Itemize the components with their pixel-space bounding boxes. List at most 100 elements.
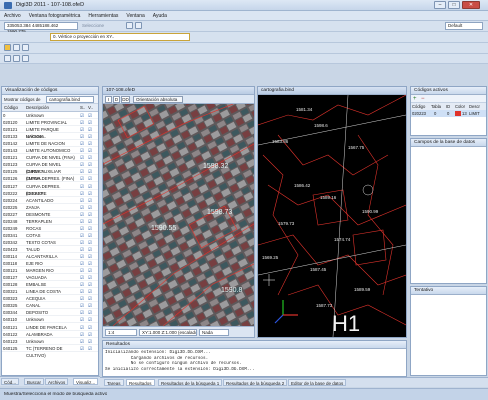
col-codigo-active[interactable]: Código (412, 103, 425, 110)
select-checkbox[interactable]: ☑ (80, 274, 84, 281)
visible-checkbox[interactable]: ☑ (88, 324, 92, 331)
select-checkbox[interactable]: ☑ (80, 190, 84, 197)
menu-archivo[interactable]: Archivo (0, 11, 25, 21)
active-code-row[interactable]: 020223 0 0 13 LIMIT (411, 110, 486, 117)
visible-checkbox[interactable]: ☑ (88, 260, 92, 267)
codes-file-select[interactable]: cartografia.bind (46, 96, 94, 103)
zoom-icon[interactable] (22, 55, 29, 62)
select-checkbox[interactable]: ☑ (80, 225, 84, 232)
visible-checkbox[interactable]: ☑ (88, 253, 92, 260)
select-checkbox[interactable]: ☑ (80, 133, 84, 140)
select-checkbox[interactable]: ☑ (80, 140, 84, 147)
select-checkbox[interactable]: ☑ (80, 281, 84, 288)
select-checkbox[interactable]: ☑ (80, 168, 84, 175)
col-v[interactable]: V.. (88, 104, 93, 112)
tab-tareas[interactable]: Tareas (104, 379, 124, 386)
visible-checkbox[interactable]: ☑ (88, 239, 92, 246)
select-checkbox[interactable]: ☑ (80, 204, 84, 211)
toolbar-icon-b[interactable] (135, 22, 142, 29)
visible-checkbox[interactable]: ☑ (88, 190, 92, 197)
code-row[interactable]: 020222 ESCARPE ☑ ☑ (2, 190, 98, 197)
select-checkbox[interactable]: ☑ (80, 324, 84, 331)
visible-checkbox[interactable]: ☑ (88, 175, 92, 182)
tab-busqueda-2[interactable]: Resultados de la búsqueda 2 (223, 379, 288, 386)
visible-checkbox[interactable]: ☑ (88, 154, 92, 161)
select-checkbox[interactable]: ☑ (80, 175, 84, 182)
tab-archivos[interactable]: Archivos (45, 378, 69, 385)
mode-readout[interactable]: Nada (199, 329, 229, 336)
code-row[interactable]: 030127 VAGUADA ☑ ☑ (2, 274, 98, 282)
visible-checkbox[interactable]: ☑ (88, 112, 92, 119)
visible-checkbox[interactable]: ☑ (88, 218, 92, 225)
visible-checkbox[interactable]: ☑ (88, 232, 92, 239)
mode-select[interactable]: 0. Vértice o proyección en XY.. (50, 33, 190, 41)
code-row[interactable]: 020121 CURVA DE NIVEL (FINA) ☑ ☑ (2, 154, 98, 162)
select-checkbox[interactable]: ☑ (80, 147, 84, 154)
orientation-label[interactable]: Orientación absoluta (133, 96, 183, 103)
code-row[interactable]: 040121 LINDE DE PARCELA ☑ ☑ (2, 324, 98, 331)
select-checkbox[interactable]: ☑ (80, 119, 84, 126)
code-row[interactable]: 030323 ACEQUIA ☑ ☑ (2, 295, 98, 303)
col-id[interactable]: ID (446, 103, 450, 110)
print-icon[interactable] (22, 44, 29, 51)
visible-checkbox[interactable]: ☑ (88, 140, 92, 147)
select-checkbox[interactable]: ☑ (80, 253, 84, 260)
select-checkbox[interactable]: ☑ (80, 260, 84, 267)
tab-codigos[interactable]: Cód... (1, 378, 20, 385)
code-row[interactable]: 030321 LINEA DE COSTA ☑ ☑ (2, 288, 98, 296)
open-icon[interactable] (4, 44, 11, 51)
visible-checkbox[interactable]: ☑ (88, 338, 92, 345)
select-checkbox[interactable]: ☑ (80, 309, 84, 316)
save-icon[interactable] (13, 44, 20, 51)
visible-checkbox[interactable]: ☑ (88, 225, 92, 232)
visible-checkbox[interactable]: ☑ (88, 267, 92, 274)
code-row[interactable]: 020341 COTAS ☑ ☑ (2, 232, 98, 239)
code-row[interactable]: 020120 LIMITE PROVINCIAL ☑ ☑ (2, 119, 98, 127)
code-row[interactable]: 020123 CURVA DE NIVEL (DIRECT... ☑ ☑ (2, 161, 98, 174)
code-row[interactable]: 020227 DESMONTE ☑ ☑ (2, 211, 98, 218)
minimize-button[interactable]: – (434, 1, 446, 9)
select-checkbox[interactable]: ☑ (80, 345, 84, 352)
code-row[interactable]: 020143 LIMITE AUTONOMICO ☑ ☑ (2, 147, 98, 155)
code-row[interactable]: 030114 ALCANTARILLA ☑ ☑ (2, 253, 98, 261)
code-row[interactable]: 0 Unknown ☑ ☑ (2, 112, 98, 120)
code-row[interactable]: 020126 CURVA DEPRES. (FINA) ☑ ☑ (2, 175, 98, 183)
col-descripcion[interactable]: Descripción (26, 104, 49, 112)
col-descr[interactable]: Descr (469, 103, 480, 110)
select-checkbox[interactable]: ☑ (80, 302, 84, 309)
select-checkbox[interactable]: ☑ (80, 239, 84, 246)
visible-checkbox[interactable]: ☑ (88, 211, 92, 218)
menu-ventana[interactable]: Ventana (122, 11, 148, 21)
select-checkbox[interactable]: ☑ (80, 316, 84, 323)
code-row[interactable]: 020133 Unknown ☑ ☑ (2, 133, 98, 141)
code-row[interactable]: 030121 MARGEN RIO ☑ ☑ (2, 267, 98, 275)
menu-ventana-fotogrametrica[interactable]: Ventana fotogramétrica (25, 11, 85, 21)
select-checkbox[interactable]: ☑ (80, 161, 84, 168)
visible-checkbox[interactable]: ☑ (88, 274, 92, 281)
visible-checkbox[interactable]: ☑ (88, 302, 92, 309)
btn-i[interactable]: I (105, 96, 112, 103)
select-checkbox[interactable]: ☑ (80, 232, 84, 239)
visible-checkbox[interactable]: ☑ (88, 331, 92, 338)
code-row[interactable]: 020342 TEXTO COTAS ☑ ☑ (2, 239, 98, 246)
select-checkbox[interactable]: ☑ (80, 154, 84, 161)
select-checkbox[interactable]: ☑ (80, 331, 84, 338)
anaglyph-image[interactable]: 1598.32 1598.73 1590.55 1590.8 (103, 104, 254, 326)
select-checkbox[interactable]: ☑ (80, 112, 84, 119)
zoom-select[interactable]: 1:4 (105, 329, 137, 336)
visible-checkbox[interactable]: ☑ (88, 281, 92, 288)
visible-checkbox[interactable]: ☑ (88, 126, 92, 133)
tab-buscar[interactable]: Buscar (24, 378, 45, 385)
select-checkbox[interactable]: ☑ (80, 197, 84, 204)
menu-herramientas[interactable]: Herramientas (84, 11, 122, 21)
visible-checkbox[interactable]: ☑ (88, 161, 92, 168)
col-codigo[interactable]: Código (4, 104, 18, 112)
select-checkbox[interactable]: ☑ (80, 183, 84, 190)
visible-checkbox[interactable]: ☑ (88, 288, 92, 295)
code-row[interactable]: 020248 TERRAPLEN ☑ ☑ (2, 218, 98, 225)
visible-checkbox[interactable]: ☑ (88, 147, 92, 154)
tab-editor-bd[interactable]: Editor de la base de datos (288, 379, 347, 386)
code-row[interactable]: 040123 Unknown ☑ ☑ (2, 338, 98, 345)
code-row[interactable]: 040122 ALAMBRADA ☑ ☑ (2, 331, 98, 338)
visible-checkbox[interactable]: ☑ (88, 309, 92, 316)
